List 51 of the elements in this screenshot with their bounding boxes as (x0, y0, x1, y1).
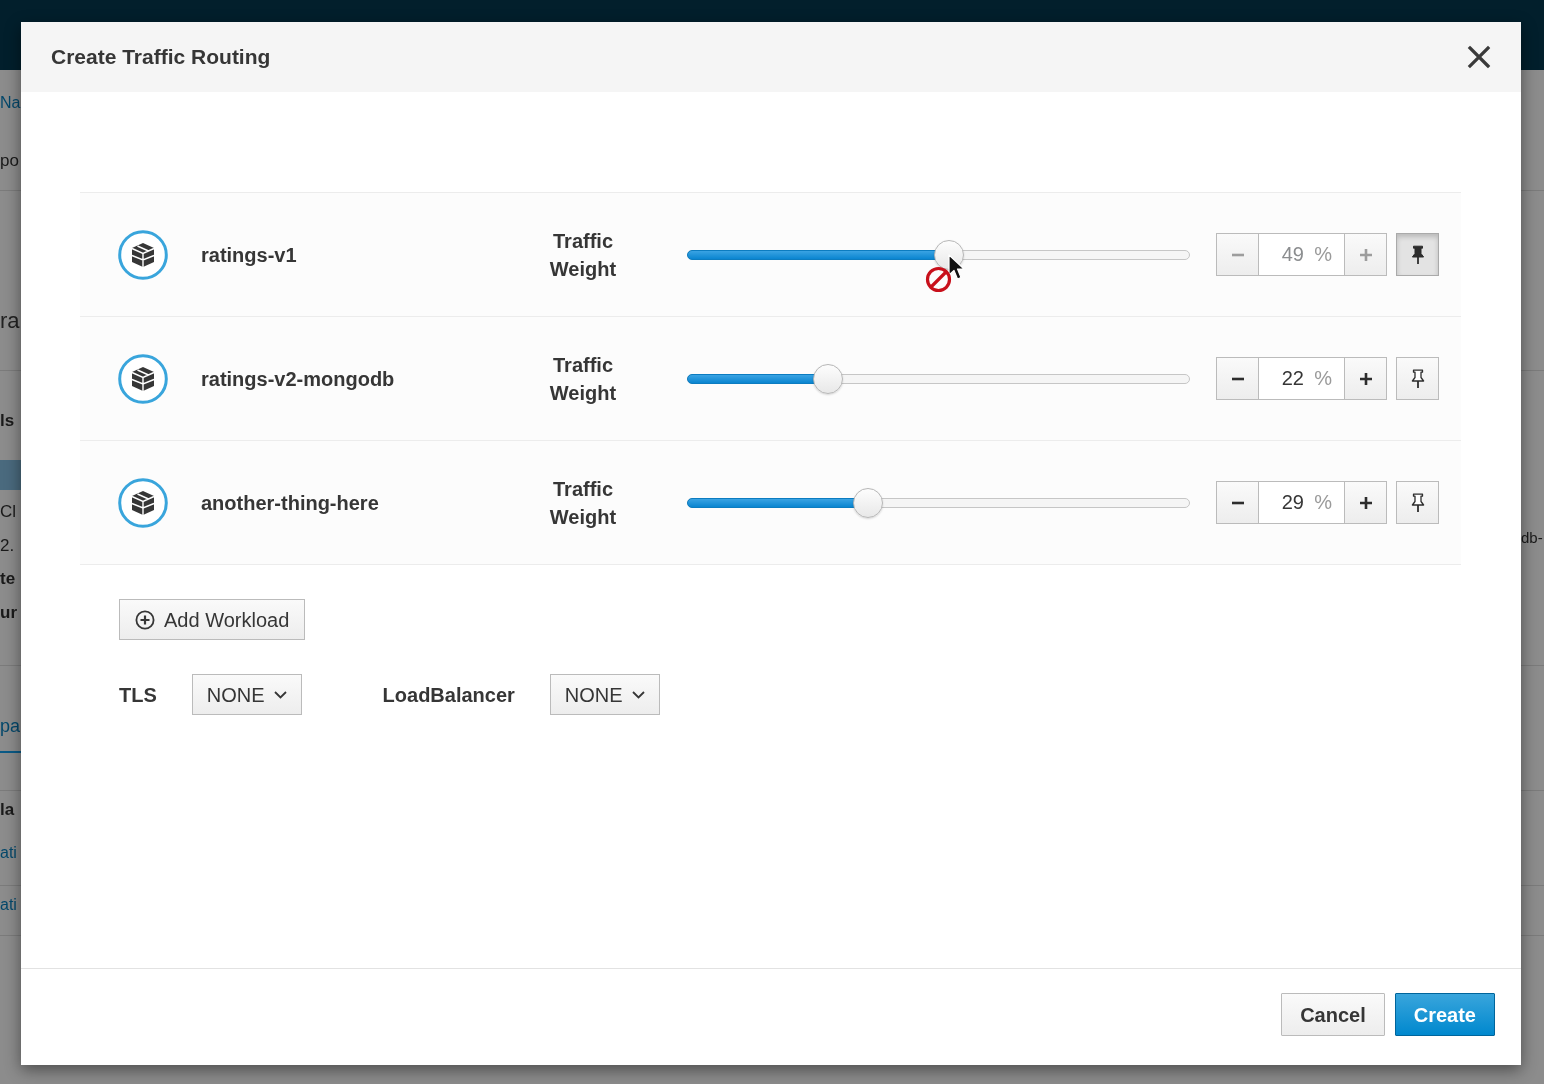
workload-name: ratings-v1 (201, 242, 298, 268)
label-fragment: ur (0, 602, 18, 624)
workload-name: ratings-v2-mongodb (201, 366, 396, 392)
close-button[interactable] (1467, 45, 1491, 69)
label-fragment: te (0, 568, 17, 590)
pushpin-icon (1409, 492, 1426, 513)
text-fragment: Cl (0, 501, 18, 523)
chevron-down-icon (273, 690, 287, 699)
weight-slider[interactable] (687, 363, 1190, 394)
label-fragment: ls (0, 410, 16, 432)
setting-label: LoadBalancer (382, 682, 515, 708)
plus-circle-icon (135, 609, 155, 630)
pin-button[interactable] (1396, 481, 1439, 524)
text-fragment: db- (1521, 528, 1544, 548)
plus-icon (1358, 247, 1373, 262)
pin-button[interactable] (1396, 357, 1439, 400)
workload-name: another-thing-here (201, 490, 380, 516)
heading-fragment: ra (0, 308, 21, 334)
cube-icon (118, 229, 168, 280)
plus-icon (1358, 495, 1373, 510)
label-fragment: la (0, 799, 16, 821)
weight-label: Traffic Weight (548, 228, 618, 282)
select-dropdown[interactable]: NONE (549, 674, 660, 715)
chevron-down-icon (631, 690, 645, 699)
text-fragment: po (0, 150, 20, 172)
pushpin-icon (1409, 244, 1426, 265)
plus-icon (1358, 371, 1373, 386)
add-workload-button[interactable]: Add Workload (119, 599, 306, 640)
percent-unit: % (1314, 366, 1332, 390)
weight-label: Traffic Weight (548, 352, 618, 406)
increase-button[interactable] (1344, 481, 1387, 524)
selected-row-highlight (0, 460, 21, 490)
cube-icon (118, 477, 168, 528)
increase-button[interactable] (1344, 357, 1387, 400)
mouse-pointer-icon (947, 254, 965, 280)
cancel-button[interactable]: Cancel (1281, 993, 1385, 1036)
slider-thumb[interactable] (853, 487, 884, 518)
pushpin-icon (1409, 368, 1426, 389)
weight-slider[interactable] (687, 487, 1190, 518)
text-fragment: 2. (0, 535, 16, 557)
weight-label: Traffic Weight (548, 476, 618, 530)
select-dropdown[interactable]: NONE (191, 674, 302, 715)
close-icon (1467, 45, 1491, 69)
percent-unit: % (1314, 490, 1332, 514)
dialog-title: Create Traffic Routing (51, 44, 271, 70)
percent-unit: % (1314, 242, 1332, 266)
cube-icon (118, 353, 168, 404)
setting-label: TLS (119, 682, 157, 708)
not-allowed-icon (924, 266, 952, 293)
slider-thumb[interactable] (812, 363, 843, 394)
weight-slider[interactable] (687, 239, 1190, 270)
